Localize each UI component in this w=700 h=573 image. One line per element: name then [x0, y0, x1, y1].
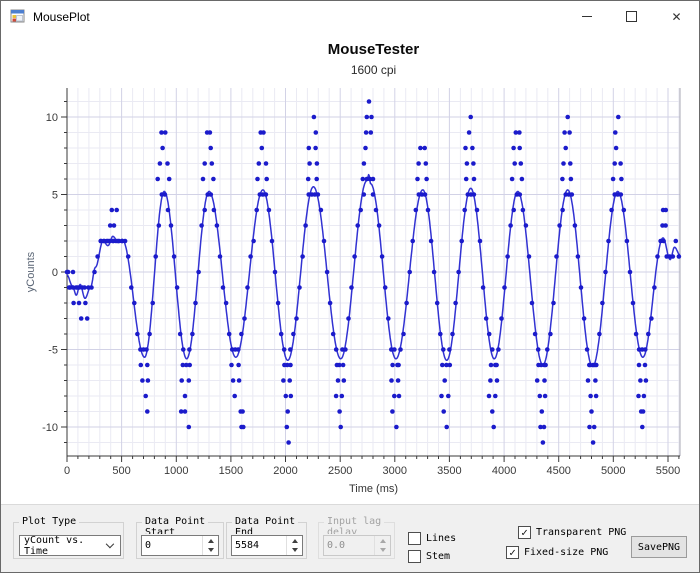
data-point-end-spinner[interactable] [286, 536, 302, 555]
transparent-png-checkbox[interactable]: ✓ Transparent PNG [518, 526, 626, 539]
plot-type-label: Plot Type [19, 516, 79, 527]
spinner-up-icon [292, 539, 298, 543]
fixed-size-png-checkbox[interactable]: ✓ Fixed-size PNG [506, 546, 608, 559]
svg-text:0: 0 [64, 465, 70, 477]
data-point-start-value[interactable] [142, 536, 202, 555]
spinner-down-icon [380, 548, 386, 552]
stem-checkbox-label: Stem [426, 551, 450, 562]
svg-text:1500: 1500 [219, 465, 243, 477]
app-window: MousePlot ✕ -10 -5 0 5 10 0 500 1000 1500 2000 250… [0, 0, 700, 573]
minimize-icon [582, 16, 592, 17]
svg-text:5000: 5000 [601, 465, 625, 477]
input-lag-spinner [374, 536, 390, 555]
svg-text:5500: 5500 [656, 465, 680, 477]
check-icon: ✓ [521, 527, 528, 538]
data-point-end-value[interactable] [232, 536, 286, 555]
input-lag-label: Input lag delay [324, 516, 384, 534]
svg-text:-5: -5 [48, 345, 58, 357]
data-point-end-group: Data Point End [226, 522, 307, 559]
lines-checkbox-label: Lines [426, 533, 456, 544]
maximize-button[interactable] [609, 1, 654, 32]
control-panel: Plot Type yCount vs. Time Data Point Sta… [1, 504, 699, 572]
data-point-end-label: Data Point End [232, 516, 298, 534]
plot-type-group: Plot Type yCount vs. Time [13, 522, 124, 559]
svg-text:2000: 2000 [273, 465, 297, 477]
svg-text:500: 500 [112, 465, 130, 477]
check-icon: ✓ [509, 547, 516, 558]
svg-text:1600 cpi: 1600 cpi [351, 63, 396, 77]
fixed-size-png-checkbox-label: Fixed-size PNG [524, 547, 608, 558]
svg-text:5: 5 [52, 190, 58, 202]
svg-text:4000: 4000 [492, 465, 516, 477]
svg-text:1000: 1000 [164, 465, 188, 477]
transparent-png-checkbox-box[interactable]: ✓ [518, 526, 531, 539]
svg-text:3000: 3000 [383, 465, 407, 477]
window-controls: ✕ [564, 1, 699, 32]
plot-type-value: yCount vs. Time [24, 535, 107, 557]
svg-text:-10: -10 [42, 422, 58, 434]
stem-checkbox[interactable]: Stem [408, 550, 450, 563]
title-bar: MousePlot ✕ [1, 1, 699, 32]
svg-text:2500: 2500 [328, 465, 352, 477]
chart-canvas: -10 -5 0 5 10 0 500 1000 1500 2000 2500 3000 3500 400… [1, 32, 700, 504]
svg-text:0: 0 [52, 267, 58, 279]
close-button[interactable]: ✕ [654, 1, 699, 32]
minimize-button[interactable] [564, 1, 609, 32]
stem-checkbox-box[interactable] [408, 550, 421, 563]
spinner-up-icon [208, 539, 214, 543]
data-point-start-spinner[interactable] [202, 536, 218, 555]
maximize-icon [626, 11, 637, 22]
save-png-button[interactable]: SavePNG [631, 536, 687, 558]
svg-text:MouseTester: MouseTester [328, 41, 420, 58]
data-point-start-group: Data Point Start [136, 522, 224, 559]
plot-type-combobox[interactable]: yCount vs. Time [19, 535, 121, 556]
transparent-png-checkbox-label: Transparent PNG [536, 527, 626, 538]
fixed-size-png-checkbox-box[interactable]: ✓ [506, 546, 519, 559]
svg-text:10: 10 [46, 112, 58, 124]
lines-checkbox-box[interactable] [408, 532, 421, 545]
data-point-end-input[interactable] [231, 535, 303, 556]
input-lag-input [323, 535, 391, 556]
spinner-down-icon [292, 548, 298, 552]
svg-text:Time (ms): Time (ms) [349, 483, 398, 495]
svg-text:yCounts: yCounts [25, 251, 37, 292]
window-title: MousePlot [33, 10, 90, 24]
lines-checkbox[interactable]: Lines [408, 532, 456, 545]
svg-text:4500: 4500 [546, 465, 570, 477]
data-point-start-input[interactable] [141, 535, 219, 556]
spinner-down-icon [208, 548, 214, 552]
svg-text:3500: 3500 [437, 465, 461, 477]
input-lag-value [324, 536, 374, 555]
app-icon [10, 9, 26, 25]
spinner-up-icon [380, 539, 386, 543]
data-point-start-label: Data Point Start [142, 516, 208, 534]
input-lag-group: Input lag delay [318, 522, 395, 559]
close-icon: ✕ [671, 11, 681, 23]
